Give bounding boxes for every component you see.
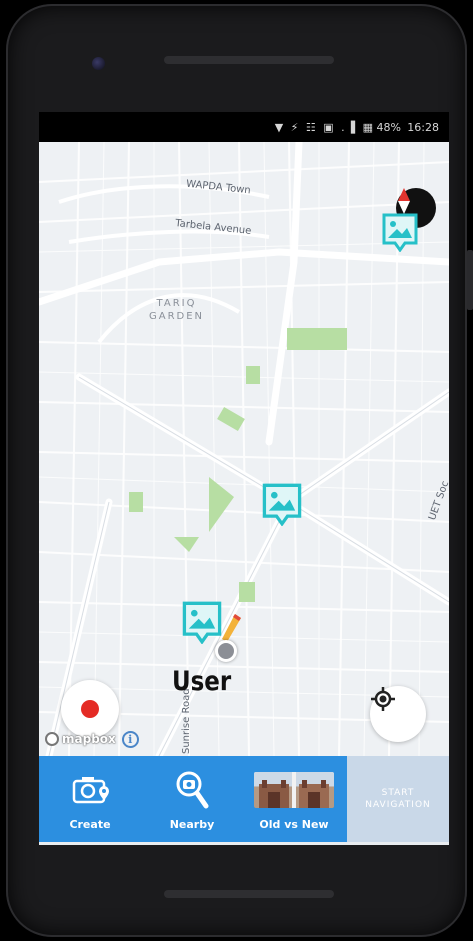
user-location-dot — [215, 640, 237, 662]
map-attribution: mapbox i — [45, 730, 139, 748]
status-icons: ▼ ⚡ ☷ ▣ .▐ ▦ — [274, 121, 375, 134]
battery-level: 48% — [376, 121, 401, 134]
photo-marker-icon[interactable] — [381, 212, 419, 252]
front-camera — [92, 57, 105, 70]
crosshair-icon — [371, 687, 395, 711]
tab-nearby[interactable]: Nearby — [141, 756, 243, 842]
tab-create[interactable]: Create — [39, 756, 141, 842]
tab-create-label: Create — [69, 818, 111, 831]
start-navigation-button[interactable]: START NAVIGATION — [347, 756, 449, 842]
start-navigation-line1: START — [381, 788, 415, 798]
app-screen: ▼ ⚡ ☷ ▣ .▐ ▦ 48% 16:28 WAPDA Town Tarbel… — [39, 112, 449, 845]
tab-old-vs-new[interactable]: Old vs New — [243, 756, 345, 842]
photo-marker-icon[interactable] — [261, 482, 302, 526]
area-label-line2: GARDEN — [149, 311, 205, 322]
bottom-action-bar: Create Nearby Old vs New START NAVIGATIO… — [39, 756, 449, 842]
compass-needle-icon — [398, 188, 410, 214]
start-navigation-line2: NAVIGATION — [365, 800, 431, 810]
old-new-thumbnail — [254, 770, 334, 810]
record-icon — [81, 700, 99, 718]
info-icon[interactable]: i — [121, 730, 139, 748]
my-location-button[interactable] — [370, 686, 426, 742]
map-view[interactable]: WAPDA Town Tarbela Avenue TARIQ GARDEN S… — [39, 142, 449, 756]
area-label-tariq-garden: TARIQ GARDEN — [149, 297, 204, 323]
photo-marker-icon[interactable] — [181, 600, 222, 644]
side-button — [467, 250, 473, 310]
search-camera-icon — [175, 770, 209, 810]
mapbox-logo[interactable]: mapbox — [45, 732, 116, 746]
street-label-sunrise-road: Sunrise Road — [181, 688, 192, 754]
mapbox-wordmark: mapbox — [62, 732, 116, 746]
bottom-speaker — [164, 890, 334, 898]
tab-nearby-label: Nearby — [169, 818, 215, 831]
clock-time: 16:28 — [407, 121, 439, 134]
tab-old-vs-new-label: Old vs New — [259, 818, 329, 831]
area-label-line1: TARIQ — [156, 298, 197, 309]
camera-pin-icon — [71, 770, 109, 810]
user-label: User — [172, 666, 232, 697]
mapbox-logo-icon — [45, 732, 59, 746]
status-bar: ▼ ⚡ ☷ ▣ .▐ ▦ 48% 16:28 — [39, 112, 449, 142]
earpiece-speaker — [164, 56, 334, 64]
